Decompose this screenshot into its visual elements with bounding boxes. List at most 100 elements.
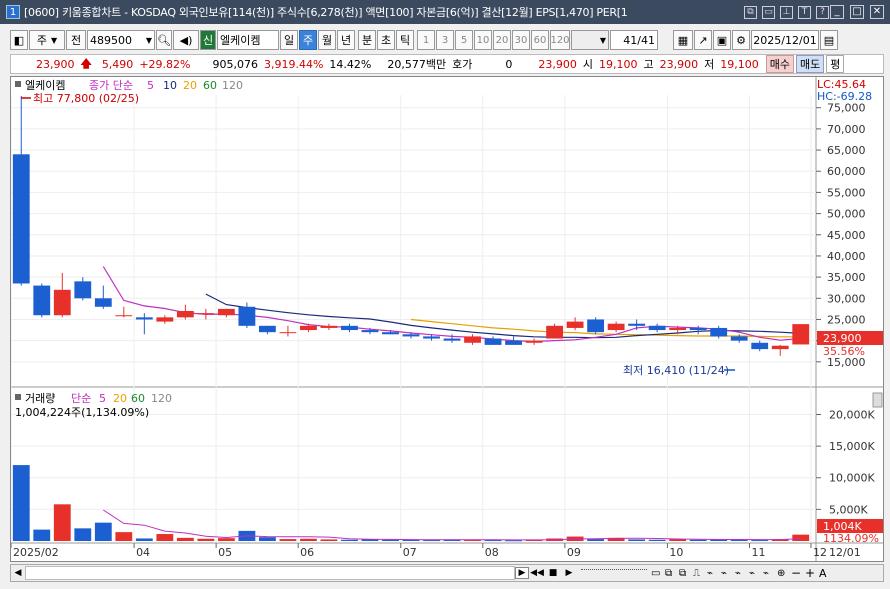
period-month[interactable]: 월 [318, 30, 336, 50]
interval-button[interactable]: 10 [474, 30, 492, 50]
high-note: 최고 77,800 (02/25) [33, 92, 139, 105]
auto-scale-icon[interactable]: A [819, 567, 833, 580]
interval-button[interactable]: 60 [531, 30, 549, 50]
interval-button[interactable]: 20 [493, 30, 511, 50]
panel-collapse-icon[interactable] [872, 392, 883, 408]
period-second[interactable]: 초 [377, 30, 395, 50]
indicator-icon[interactable]: ⌁ [763, 568, 777, 579]
pin-icon[interactable]: ⊥ [780, 5, 793, 19]
indicator-icon[interactable]: ⎍ [693, 568, 707, 579]
chart-svg[interactable]: 75,000 70,000 65,000 60,000 55,000 50,000 45,0… [10, 77, 883, 561]
layout-icon[interactable]: ⧉ [679, 568, 693, 579]
interval-button[interactable]: 30 [512, 30, 530, 50]
gear-icon[interactable]: ⚙ [732, 30, 750, 50]
period-minute[interactable]: 분 [358, 30, 376, 50]
chart-area[interactable]: 75,000 70,000 65,000 60,000 55,000 50,000 45,0… [10, 76, 884, 562]
hoga-label: 호가 [452, 58, 473, 71]
volume-ratio: 3,919.44% [263, 57, 324, 71]
chart-scrollbar[interactable]: ◀ ▶ ◀◀ ■ ▶ ▭ ⧉ ⧉ ⎍ ⌁ ⌁ ⌁ ⌁ ⌁ ⊕ − + A [10, 564, 884, 582]
y-tick-label: 45,000 [827, 229, 866, 242]
interval-button[interactable]: 1 [417, 30, 435, 50]
candle-body [176, 311, 194, 318]
draw-tool-icon[interactable]: ↗ [694, 30, 712, 50]
candle-body [648, 325, 666, 331]
layout-icon[interactable]: ⧉ [665, 568, 679, 579]
indicator-icon[interactable]: ⌁ [735, 568, 749, 579]
stock-code-input[interactable]: 489500 ▼ [87, 30, 155, 50]
x-tick-label: 12 [813, 546, 827, 559]
buy-button[interactable]: 매수 [765, 55, 794, 73]
indicator-icon[interactable]: ⌁ [721, 568, 735, 579]
speaker-icon[interactable]: ◀) [173, 30, 199, 50]
link-icon[interactable]: ⧉ [744, 5, 757, 19]
period-year[interactable]: 년 [337, 30, 355, 50]
panel-menu-icon[interactable] [15, 81, 21, 87]
candle-body [689, 327, 707, 331]
speed-slider[interactable] [581, 569, 647, 577]
period-week[interactable]: 주 [299, 30, 317, 50]
indicator-icon[interactable]: ⌁ [707, 568, 721, 579]
count-input[interactable]: 41/41 [610, 30, 658, 50]
y-tick-label: 55,000 [827, 186, 866, 199]
y-tick-label: 60,000 [827, 165, 866, 178]
interval-button[interactable]: 5 [455, 30, 473, 50]
sell-button[interactable]: 매도 [795, 55, 825, 73]
kind-button[interactable]: 전 [66, 30, 86, 50]
stock-name-field[interactable]: 엘케이켐 [217, 30, 279, 50]
candle-body [710, 327, 728, 337]
interval-button[interactable]: 120 [550, 30, 570, 50]
restore-icon[interactable]: ▭ [762, 5, 775, 19]
volume-bar [689, 539, 707, 541]
market-type-select[interactable]: 주 ▼ [29, 30, 65, 50]
scroll-right-icon[interactable]: ▶ [515, 567, 529, 579]
panel-menu-icon[interactable] [15, 394, 21, 400]
minimize-button[interactable]: _ [830, 5, 844, 19]
volume-bar [341, 539, 358, 541]
flat-button[interactable]: 평 [826, 55, 845, 73]
save-icon[interactable]: ▣ [713, 30, 731, 50]
scroll-thumb[interactable] [25, 566, 515, 580]
period-day[interactable]: 일 [280, 30, 298, 50]
candle-body [607, 323, 625, 331]
current-price-pct: 35.56% [823, 345, 865, 358]
candlesticks [12, 95, 810, 356]
candle-body [423, 336, 440, 339]
volume-bar [156, 534, 174, 541]
candle-body [546, 325, 563, 339]
candle-body [587, 319, 605, 333]
rewind-icon[interactable]: ◀◀ [529, 568, 545, 578]
panel-toggle-icon[interactable]: ◧ [10, 30, 28, 50]
help-icon[interactable]: ? [816, 5, 829, 19]
interval-select[interactable]: ▼ [571, 30, 609, 50]
zoom-out-icon[interactable]: − [791, 566, 805, 580]
low-note: 최저 16,410 (11/24) [623, 364, 729, 377]
interval-button[interactable]: 3 [436, 30, 454, 50]
close-button[interactable]: ✕ [870, 5, 884, 19]
volume-first-note: 1,004,224주(1,134.09%) [15, 406, 149, 419]
stop-icon[interactable]: ■ [545, 568, 561, 578]
grid-icon[interactable]: ▦ [673, 30, 693, 50]
volume-bar [74, 528, 92, 541]
candle-body [361, 330, 379, 333]
layout-icon[interactable]: ▭ [651, 568, 665, 579]
zoom-in-icon[interactable]: + [805, 566, 819, 580]
scroll-left-icon[interactable]: ◀ [11, 568, 25, 578]
date-input[interactable]: 2025/12/01 [751, 30, 819, 50]
calendar-icon[interactable]: ▤ [820, 30, 838, 50]
current-price: 23,900 [36, 57, 75, 71]
vol-ma20-label: 20 [113, 392, 127, 405]
search-icon[interactable]: 🔍︎ [156, 30, 172, 50]
maximize-button[interactable]: □ [850, 5, 864, 19]
indicator-icon[interactable]: ⌁ [749, 568, 763, 579]
candle-body [115, 315, 133, 317]
period-tick[interactable]: 틱 [396, 30, 414, 50]
volume-bar [259, 537, 276, 541]
ma20-line [410, 318, 801, 338]
play-icon[interactable]: ▶ [561, 568, 577, 578]
chart-toolbar: ◧ 주 ▼ 전 489500 ▼ 🔍︎ ◀) 신 엘케이켐 일 주 월 년 분 초 … [10, 28, 884, 52]
zoom-fit-icon[interactable]: ⊕ [777, 568, 791, 579]
hoga-value: 0 [505, 57, 513, 71]
chevron-down-icon: ▼ [50, 35, 58, 45]
candle-body [238, 306, 256, 326]
font-icon[interactable]: T [798, 5, 811, 19]
